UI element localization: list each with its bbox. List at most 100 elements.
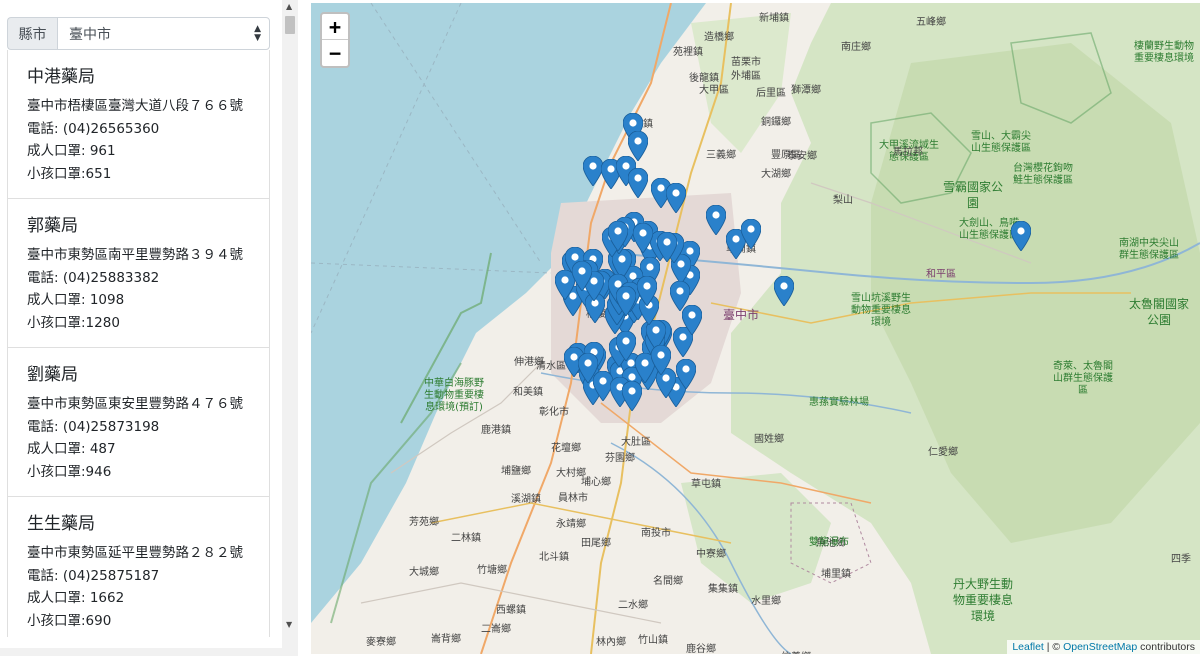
map-place-label: 鹿谷鄉 — [686, 644, 716, 654]
pharmacy-address: 臺中市東勢區南平里豐勢路３９４號 — [27, 247, 243, 263]
map-place-label: 馬拉邦 — [893, 147, 923, 158]
map-base-tiles — [311, 3, 1200, 654]
pharmacy-card[interactable]: 中港藥局 臺中市梧棲區臺灣大道八段７６６號 電話: (04)26565360 成人口罩… — [8, 50, 269, 199]
map-marker-icon[interactable] — [636, 275, 658, 307]
map-place-label: 大湖鄉 — [761, 169, 791, 180]
map-place-label: 埔心鄉 — [581, 477, 611, 488]
pharmacy-address: 臺中市東勢區延平里豐勢路２８２號 — [27, 545, 243, 561]
map-place-label: 鹿港鎮 — [481, 425, 511, 436]
map-marker-icon[interactable] — [650, 344, 672, 376]
pharmacy-card[interactable]: 郭藥局 臺中市東勢區南平里豐勢路３９４號 電話: (04)25883382 成人口罩:… — [8, 199, 269, 348]
vertical-scrollbar[interactable]: ▲ ▼ — [282, 0, 298, 656]
map-marker-icon[interactable] — [665, 182, 687, 214]
zoom-control: + − — [320, 12, 350, 68]
pharmacy-card[interactable]: 生生藥局 臺中市東勢區延平里豐勢路２８２號 電話: (04)25875187 成人口罩… — [8, 497, 269, 637]
map-place-label: 二水鄉 — [618, 600, 648, 611]
map-marker-icon[interactable] — [582, 155, 604, 187]
map-place-label: 臺中市 — [723, 308, 760, 322]
map-marker-icon[interactable] — [607, 220, 629, 252]
map-place-label: 雙龍瀑布 — [809, 537, 849, 548]
pharmacy-phone: 電話: (04)25873198 — [27, 418, 160, 435]
map-place-label: 竹山鎮 — [638, 635, 668, 646]
map-place-label: 后里區 — [756, 88, 786, 99]
map-place-label: 五峰鄉 — [916, 17, 946, 28]
map-marker-icon[interactable] — [1010, 220, 1032, 252]
map-place-label: 和平區 — [926, 269, 956, 280]
map-place-label: 名間鄉 — [653, 576, 683, 587]
zoom-in-button[interactable]: + — [322, 14, 348, 40]
scroll-up-arrow-icon[interactable]: ▲ — [286, 2, 292, 11]
map-place-label: 丹大野生動物重要棲息環境 — [953, 577, 1014, 623]
map-marker-icon[interactable] — [705, 204, 727, 236]
map-place-label: 埔里鎮 — [821, 569, 851, 580]
map-marker-icon[interactable] — [615, 285, 637, 317]
pharmacy-list: 中港藥局臺中市梧棲區臺灣大道八段７６６號 電話: (04)26565360 成人口罩… — [7, 50, 270, 637]
map-place-label: 溪湖鎮 — [511, 494, 541, 505]
map-marker-icon[interactable] — [740, 218, 762, 250]
leaflet-link[interactable]: Leaflet — [1012, 641, 1044, 653]
scrollbar-thumb[interactable] — [285, 16, 295, 34]
map-place-label: 南庄鄉 — [841, 42, 871, 53]
pharmacy-name: 中港藥局 — [27, 67, 95, 87]
openstreetmap-link[interactable]: OpenStreetMap — [1063, 641, 1137, 653]
map-place-label: 造橋鄉 — [704, 32, 734, 43]
map-place-label: 北斗鎮 — [539, 552, 569, 563]
map-place-label: 中寮鄉 — [696, 549, 726, 560]
map-place-label: 三義鄉 — [706, 150, 736, 161]
map-place-label: 大肚區 — [621, 437, 651, 448]
map-place-label: 埔鹽鄉 — [501, 466, 531, 477]
map-place-label: 仁愛鄉 — [928, 447, 958, 458]
map-place-label: 伸港鄉 — [514, 357, 544, 368]
map[interactable]: 通霄鎮苑裡鎮大甲區外埔區后里區豐原區臺中市和平區清水區梧棲區大肚區伸港鄉和美鎮彰… — [311, 3, 1200, 654]
map-place-label: 雪霸國家公園 — [943, 180, 1004, 210]
adult-mask-count: 成人口罩: 1098 — [27, 292, 125, 308]
map-place-label: 二崙鄉 — [481, 624, 511, 635]
zoom-out-button[interactable]: − — [322, 40, 348, 66]
map-place-label: 大城鄉 — [409, 567, 439, 578]
map-marker-icon[interactable] — [615, 330, 637, 362]
map-place-label: 雪山、大霸尖山生態保護區 — [971, 131, 1031, 154]
pharmacy-address: 臺中市梧棲區臺灣大道八段７６６號 — [27, 98, 243, 114]
adult-mask-count: 成人口罩: 1662 — [27, 590, 125, 606]
map-place-label: 二林鎮 — [451, 533, 481, 544]
map-place-label: 外埔區 — [731, 71, 761, 82]
pharmacy-card[interactable]: 劉藥局 臺中市東勢區東安里豐勢路４７６號 電話: (04)25873198 成人口罩:… — [8, 348, 269, 497]
scroll-down-arrow-icon[interactable]: ▼ — [286, 620, 292, 629]
map-place-label: 苗栗市 — [731, 57, 761, 68]
select-caret-icon: ▲ ▼ — [254, 24, 261, 43]
sidebar: 縣市 臺中市 ▲ ▼ 中港藥局 臺中市梧棲區臺灣大道八段７６６號 電話: (04)26… — [0, 0, 298, 656]
map-place-label: 奇萊、太魯閣山群生態保護區 — [1053, 361, 1113, 396]
map-marker-icon[interactable] — [632, 222, 654, 254]
map-place-label: 中華白海豚野生動物重要棲息環境(預訂) — [424, 378, 484, 413]
child-mask-count: 小孩口罩:651 — [27, 165, 112, 182]
map-marker-icon[interactable] — [621, 380, 643, 412]
map-place-label: 林內鄉 — [596, 637, 626, 648]
map-place-label: 集集鎮 — [708, 584, 738, 595]
map-place-label: 水里鄉 — [751, 596, 781, 607]
map-marker-icon[interactable] — [773, 275, 795, 307]
map-marker-icon[interactable] — [656, 231, 678, 263]
pharmacy-phone: 電話: (04)26565360 — [27, 120, 160, 137]
map-place-label: 苑裡鎮 — [673, 47, 703, 58]
map-place-label: 芳苑鄉 — [409, 517, 439, 528]
map-place-label: 台灣櫻花鉤吻鮭生態保護區 — [1013, 163, 1073, 186]
map-marker-icon[interactable] — [681, 304, 703, 336]
sidebar-content: 縣市 臺中市 ▲ ▼ 中港藥局 臺中市梧棲區臺灣大道八段７６６號 電話: (04)26… — [7, 17, 270, 637]
map-marker-icon[interactable] — [627, 167, 649, 199]
map-place-label: 後龍鎮 — [689, 73, 719, 84]
map-marker-icon[interactable] — [571, 260, 593, 292]
map-place-label: 大劍山、鳥嘴山生態保護區 — [959, 218, 1019, 241]
map-place-label: 芬園鄉 — [605, 453, 635, 464]
map-place-label: 麥寮鄉 — [366, 637, 396, 648]
map-place-label: 獅潭鄉 — [791, 85, 821, 96]
map-place-label: 新埔鎮 — [759, 13, 789, 24]
map-place-label: 惠蓀實驗林場 — [809, 397, 869, 408]
horizontal-scrollbar[interactable] — [0, 648, 298, 656]
pharmacy-phone: 電話: (04)25875187 — [27, 567, 160, 584]
county-select[interactable]: 臺中市 ▲ ▼ — [57, 17, 270, 50]
map-place-label: 和美鎮 — [513, 387, 543, 398]
map-place-label: 彰化市 — [539, 407, 569, 418]
map-place-label: 永靖鄉 — [556, 519, 586, 530]
map-marker-icon[interactable] — [675, 358, 697, 390]
map-place-label: 泰安鄉 — [787, 151, 817, 162]
